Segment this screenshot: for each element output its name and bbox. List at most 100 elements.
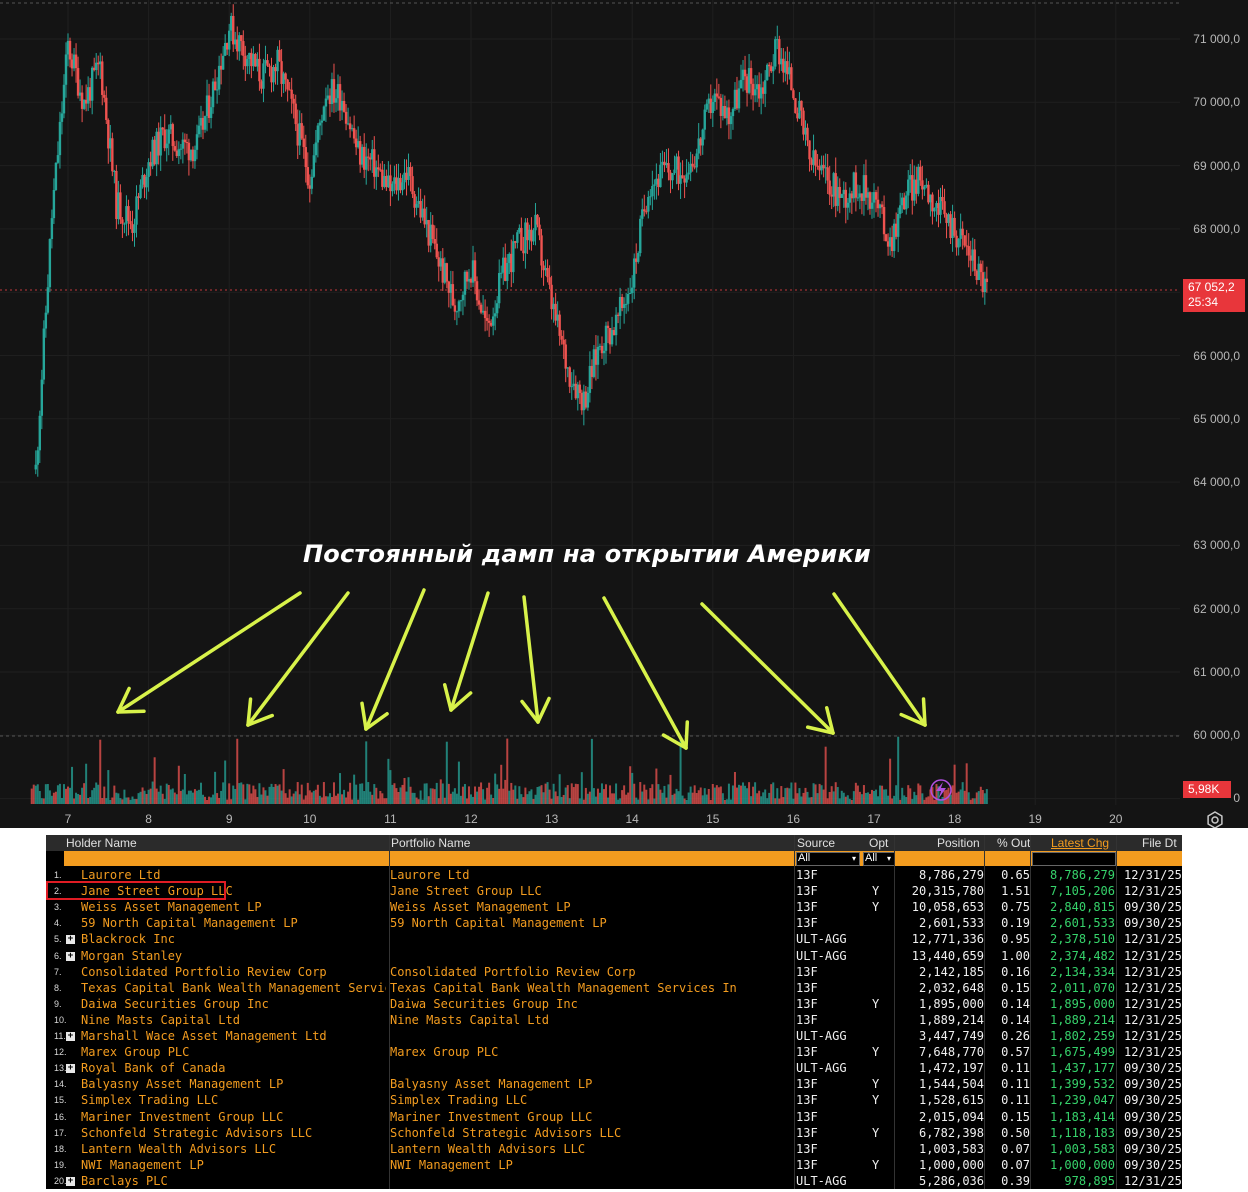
latest-chg-filter[interactable]	[1032, 852, 1116, 866]
expand-toggle[interactable]: +	[66, 1060, 76, 1076]
volume-bar	[643, 784, 646, 804]
header-file-dt[interactable]: File Dt	[1142, 835, 1177, 851]
candle-body	[459, 300, 463, 302]
volume-bar	[93, 787, 96, 804]
table-row[interactable]: 10. Nine Masts Capital Ltd Nine Masts Capi…	[46, 1012, 1182, 1028]
expand-plus-icon[interactable]: +	[66, 935, 75, 945]
candle-body	[477, 300, 481, 305]
volume-bar	[705, 794, 708, 804]
volume-bar	[369, 791, 372, 804]
volume-bar	[701, 795, 704, 804]
volume-bar	[879, 785, 882, 804]
header-latest-chg[interactable]: Latest Chg	[1051, 835, 1110, 851]
volume-bar	[973, 798, 976, 804]
volume-bar	[377, 798, 380, 804]
header-portfolio[interactable]: Portfolio Name	[391, 835, 471, 851]
volume-bar	[357, 799, 360, 804]
volume-bar	[268, 786, 271, 804]
volume-bar	[89, 797, 92, 804]
pct-out: 0.11	[1001, 1061, 1030, 1076]
header-pct-out[interactable]: % Out	[997, 835, 1031, 851]
table-row[interactable]: 4. 59 North Capital Management LP 59 North…	[46, 915, 1182, 931]
candle-body	[451, 284, 455, 306]
volume-bar	[633, 783, 636, 804]
source-filter-dropdown-icon[interactable]: ▾	[852, 851, 856, 866]
opt-flag: Y	[872, 996, 880, 1011]
table-row[interactable]: 6. + Morgan Stanley ULT-AGG 13,440,659 1.00 2,…	[46, 948, 1182, 964]
expand-toggle[interactable]: +	[66, 948, 76, 964]
volume-bar	[516, 798, 519, 804]
table-row[interactable]: 5. + Blackrock Inc ULT-AGG 12,771,336 0.95 2,3…	[46, 931, 1182, 947]
volume-bar	[639, 782, 642, 804]
expand-toggle[interactable]: +	[66, 931, 76, 947]
opt-filter-dropdown-icon[interactable]: ▾	[887, 851, 891, 866]
header-holder[interactable]: Holder Name	[66, 835, 137, 851]
table-row[interactable]: 7. Consolidated Portfolio Review Corp Cons…	[46, 964, 1182, 980]
volume-bar	[441, 783, 444, 804]
header-opt[interactable]: Opt	[869, 835, 889, 851]
volume-bar	[224, 760, 227, 804]
table-row[interactable]: 14. Balyasny Asset Management LP Balyasny …	[46, 1076, 1182, 1092]
expand-plus-icon[interactable]: +	[66, 1032, 75, 1041]
volume-bar	[266, 795, 269, 804]
candle-body	[266, 60, 269, 66]
volume-bar	[306, 782, 309, 804]
volume-bar	[472, 796, 475, 804]
volume-bar	[689, 786, 692, 804]
volume-bar	[552, 783, 555, 804]
header-position[interactable]: Position	[937, 835, 980, 851]
y-axis-label: 61 000,0	[1193, 665, 1240, 679]
table-row[interactable]: 11. + Marshall Wace Asset Management Ltd UL…	[46, 1028, 1182, 1044]
expand-plus-icon[interactable]: +	[66, 1064, 75, 1074]
price-chart[interactable]: 71 000,070 000,069 000,068 000,067 000,0…	[0, 0, 1248, 828]
expand-toggle[interactable]: +	[66, 1028, 76, 1044]
bar-countdown: 25:34	[1188, 295, 1219, 309]
chart-canvas[interactable]	[0, 0, 1248, 828]
volume-bar	[445, 741, 448, 804]
candle-body	[111, 138, 114, 172]
candle-body	[48, 239, 52, 288]
table-row[interactable]: 18. Lantern Wealth Advisors LLC Lantern We…	[46, 1141, 1182, 1157]
candle-body	[985, 278, 989, 283]
expand-plus-icon[interactable]: +	[66, 1176, 75, 1186]
volume-bar	[429, 788, 432, 804]
volume-bar	[159, 785, 162, 804]
expand-toggle[interactable]: +	[66, 1173, 76, 1189]
position: 1,528,615	[918, 1093, 984, 1108]
volume-bar	[64, 788, 67, 804]
source: 13F	[796, 1125, 818, 1140]
candle-body	[606, 325, 610, 328]
volume-bar	[629, 766, 632, 804]
volume-bar	[609, 785, 612, 804]
volume-bar	[981, 790, 984, 804]
settings-gear-icon[interactable]	[1206, 811, 1224, 828]
volume-bar	[129, 799, 132, 804]
candle-body	[318, 122, 322, 126]
volume-bar	[490, 794, 493, 804]
table-row[interactable]: 13. + Royal Bank of Canada ULT-AGG 1,472,197…	[46, 1060, 1182, 1076]
table-row[interactable]: 16. Mariner Investment Group LLC Mariner I…	[46, 1109, 1182, 1125]
candle-body	[737, 88, 741, 109]
table-row[interactable]: 15. Simplex Trading LLC Simplex Trading LL…	[46, 1092, 1182, 1108]
volume-bar	[274, 784, 277, 804]
file-date: 09/30/25	[1124, 1125, 1182, 1140]
candle-body	[268, 65, 271, 67]
table-row[interactable]: 8. Texas Capital Bank Wealth Management S…	[46, 980, 1182, 996]
volume-bar	[149, 788, 152, 804]
table-row[interactable]: 20. + Barclays PLC ULT-AGG 5,286,036 0.39 978,…	[46, 1173, 1182, 1189]
header-source[interactable]: Source	[797, 835, 836, 851]
volume-bar	[735, 787, 738, 804]
table-row[interactable]: 19. NWI Management LP NWI Management LP 13F…	[46, 1157, 1182, 1173]
annotation-arrow	[364, 588, 426, 731]
table-row[interactable]: 9. Daiwa Securities Group Inc Daiwa Securi…	[46, 996, 1182, 1012]
table-row[interactable]: 3. Weiss Asset Management LP Weiss Asset M…	[46, 899, 1182, 915]
candle-body	[62, 84, 66, 114]
candle-body	[135, 196, 138, 225]
candle-body	[790, 67, 793, 91]
table-row[interactable]: 12. Marex Group PLC Marex Group PLC 13F Y 7,6…	[46, 1044, 1182, 1060]
expand-plus-icon[interactable]: +	[66, 951, 75, 961]
candle-body	[40, 379, 44, 416]
table-row[interactable]: 17. Schonfeld Strategic Advisors LLC Schon…	[46, 1125, 1182, 1141]
candle-body	[487, 320, 491, 323]
volume-bar	[683, 798, 686, 804]
